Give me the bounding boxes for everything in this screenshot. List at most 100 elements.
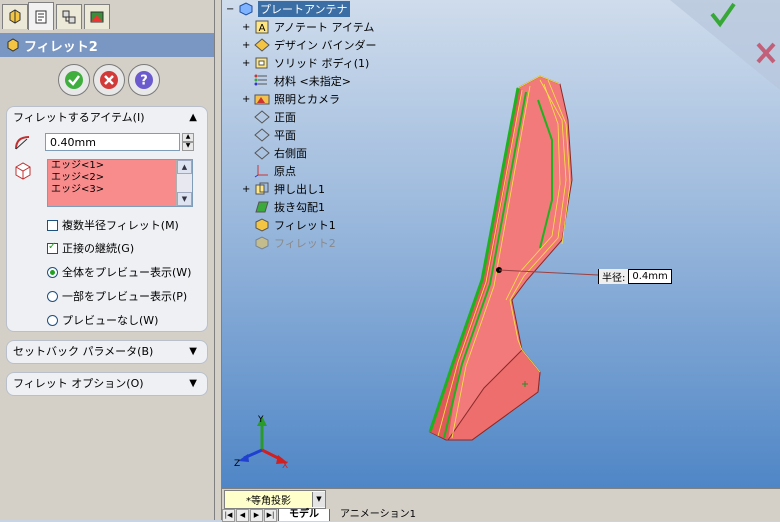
tree-item-label: 原点 — [274, 165, 296, 178]
tree-item-label: フィレット1 — [274, 219, 336, 232]
graphics-area[interactable]: Y X Z − プレートアンテナ + A アノテート アイテム + デザイン バインダー… — [222, 0, 780, 488]
preview-full-option[interactable]: 全体をプレビュー表示(W) — [47, 264, 191, 280]
tab-model[interactable]: モデル — [278, 509, 329, 521]
spin-down-icon[interactable]: ▼ — [182, 142, 194, 151]
bottom-bar: *等角投影 ▼ |◀ ◀ ▶ ▶| モデル アニメーション1 — [222, 488, 780, 522]
tree-item[interactable]: + ソリッド ボディ(1) — [242, 54, 369, 72]
tab-animation[interactable]: アニメーション1 — [329, 509, 426, 521]
view-orientation-select[interactable]: *等角投影 ▼ — [224, 490, 326, 509]
help-icon: ? — [135, 71, 153, 89]
tree-item[interactable]: + 照明とカメラ — [242, 90, 340, 108]
property-manager-tab[interactable] — [28, 2, 54, 30]
dimension-key: 半径: — [599, 269, 630, 284]
expand-icon[interactable]: + — [242, 58, 252, 69]
preview-full-label: 全体をプレビュー表示(W) — [62, 266, 192, 279]
multi-radius-label: 複数半径フィレット(M) — [62, 219, 179, 232]
radius-spinner[interactable]: ▲ ▼ — [182, 133, 194, 151]
plane-icon — [254, 146, 270, 160]
tree-item[interactable]: 平面 — [242, 126, 296, 144]
tangent-label: 正接の継続(G) — [62, 242, 135, 255]
tree-item[interactable]: フィレット1 — [242, 216, 336, 234]
plane-icon — [254, 128, 270, 142]
annotation-icon: A — [254, 20, 270, 34]
spin-up-icon[interactable]: ▲ — [182, 133, 194, 142]
tree-item[interactable]: 右側面 — [242, 144, 307, 162]
display-icon — [90, 11, 104, 23]
design-binder-icon — [254, 38, 270, 52]
tree-item-label: アノテート アイテム — [274, 21, 375, 34]
radius-row: 0.40mm ▲ ▼ — [13, 133, 194, 151]
collapse-up-icon[interactable]: ▲ — [189, 112, 197, 123]
tangent-checkbox[interactable] — [47, 241, 58, 254]
tree-item[interactable]: + デザイン バインダー — [242, 36, 377, 54]
preview-partial-radio[interactable] — [47, 290, 58, 302]
expand-down-icon[interactable]: ▼ — [189, 346, 197, 357]
radius-input[interactable]: 0.40mm — [45, 133, 180, 151]
setback-header[interactable]: セットバック パラメータ(B) ▼ — [7, 341, 207, 361]
fillet-icon — [254, 236, 270, 250]
preview-none-radio[interactable] — [47, 314, 58, 326]
expand-icon[interactable]: + — [242, 94, 252, 105]
list-item[interactable]: エッジ<2> — [48, 172, 192, 184]
expand-icon[interactable]: + — [242, 184, 252, 195]
multi-radius-checkbox[interactable] — [47, 219, 58, 231]
panel-splitter[interactable] — [215, 0, 222, 520]
dimension-value[interactable]: 0.4mm — [629, 271, 670, 282]
tree-item[interactable]: + A アノテート アイテム — [242, 18, 374, 36]
fillet-icon — [7, 38, 19, 52]
setback-parameters-group[interactable]: セットバック パラメータ(B) ▼ — [6, 340, 208, 364]
preview-full-radio[interactable] — [47, 266, 58, 278]
chevron-down-icon[interactable]: ▼ — [312, 492, 325, 507]
close-icon — [100, 71, 118, 89]
check-icon — [65, 71, 83, 89]
fillet-options-header[interactable]: フィレット オプション(O) ▼ — [7, 373, 207, 393]
radius-dimension[interactable]: 半径: 0.4mm — [598, 269, 672, 284]
list-item[interactable]: エッジ<1> — [48, 160, 192, 172]
scroll-down-icon[interactable]: ▼ — [177, 192, 192, 206]
tree-item[interactable]: 抜き勾配1 — [242, 198, 325, 216]
tree-item-label: 照明とカメラ — [274, 93, 340, 106]
plane-icon — [254, 110, 270, 124]
edges-scrollbar[interactable]: ▲ ▼ — [176, 160, 192, 206]
configuration-manager-tab[interactable] — [56, 4, 82, 29]
fillet-items-group: フィレットするアイテム(I) ▲ 0.40mm ▲ ▼ エッジ<1> エッジ<2>… — [6, 106, 208, 332]
fillet-options-group[interactable]: フィレット オプション(O) ▼ — [6, 372, 208, 396]
manager-tabs — [0, 0, 214, 30]
expand-icon[interactable]: + — [242, 22, 252, 33]
tree-item[interactable]: フィレット2 — [242, 234, 336, 252]
multi-radius-option[interactable]: 複数半径フィレット(M) — [47, 217, 179, 233]
cancel-button[interactable] — [93, 64, 125, 96]
tree-item-label: 押し出し1 — [274, 183, 325, 196]
property-manager: フィレット2 ? フィレットするアイテム(I) ▲ 0.40mm ▲ ▼ エッジ<… — [0, 0, 215, 520]
fillet-icon — [254, 218, 270, 232]
expand-icon[interactable]: + — [242, 40, 252, 51]
tree-item-label: 抜き勾配1 — [274, 201, 325, 214]
feature-title-bar: フィレット2 — [0, 33, 214, 57]
tree-item[interactable]: 材料 <未指定> — [242, 72, 351, 90]
tree-root[interactable]: − プレートアンテナ — [226, 0, 350, 18]
expand-down-icon[interactable]: ▼ — [189, 378, 197, 389]
preview-partial-option[interactable]: 一部をプレビュー表示(P) — [47, 288, 187, 304]
svg-text:Z: Z — [234, 459, 240, 469]
scroll-up-icon[interactable]: ▲ — [177, 160, 192, 174]
fillet-items-header[interactable]: フィレットするアイテム(I) ▲ — [7, 107, 207, 127]
property-icon — [35, 10, 47, 23]
svg-text:Y: Y — [257, 415, 264, 425]
help-button[interactable]: ? — [128, 64, 160, 96]
feature-manager-tab[interactable] — [2, 4, 28, 29]
preview-none-option[interactable]: プレビューなし(W) — [47, 312, 158, 328]
display-manager-tab[interactable] — [84, 4, 110, 29]
tree-item[interactable]: 正面 — [242, 108, 296, 126]
group-title: セットバック パラメータ(B) — [13, 345, 154, 358]
tree-item[interactable]: + 押し出し1 — [242, 180, 325, 198]
tangent-option[interactable]: 正接の継続(G) — [47, 240, 134, 256]
tree-item[interactable]: 原点 — [242, 162, 296, 180]
group-title: フィレットするアイテム(I) — [13, 111, 145, 124]
tree-item-label: フィレット2 — [274, 237, 336, 250]
configuration-icon — [62, 10, 76, 24]
view-orientation-value: *等角投影 — [246, 496, 291, 507]
collapse-icon[interactable]: − — [226, 4, 236, 15]
edges-listbox[interactable]: エッジ<1> エッジ<2> エッジ<3> ▲ ▼ — [47, 159, 193, 207]
list-item[interactable]: エッジ<3> — [48, 184, 192, 196]
ok-button[interactable] — [58, 64, 90, 96]
